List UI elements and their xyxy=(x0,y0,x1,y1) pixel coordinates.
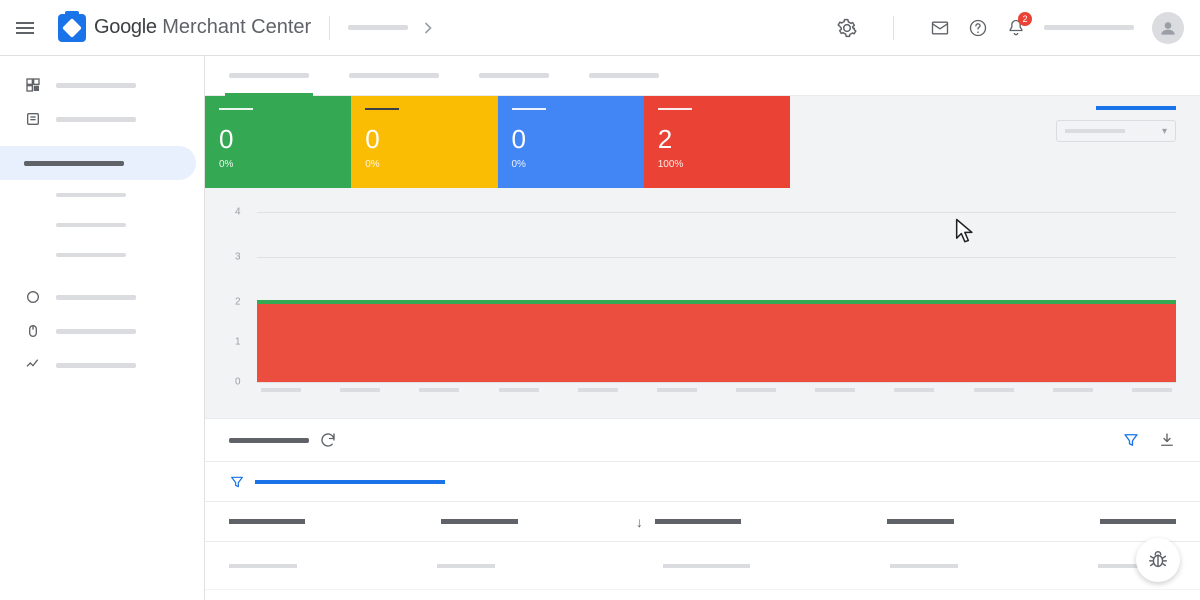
toolbar-title xyxy=(229,438,309,443)
metric-value: 2 xyxy=(658,124,776,155)
menu-icon[interactable] xyxy=(16,16,40,40)
y-tick: 2 xyxy=(235,297,241,308)
metric-card-disapproved[interactable]: 2 100% xyxy=(644,96,790,188)
metrics-bar: 0 0% 0 0% 0 0% 2 100% xyxy=(205,96,1200,418)
metric-card-active[interactable]: 0 0% xyxy=(205,96,351,188)
column-header-sorted[interactable] xyxy=(655,519,741,524)
status-chart: 4 3 2 1 0 xyxy=(205,188,1200,410)
account-selector[interactable] xyxy=(1044,25,1134,30)
avatar[interactable] xyxy=(1152,12,1184,44)
arrow-down-icon[interactable]: ↓ xyxy=(636,514,643,530)
circle-icon xyxy=(24,288,42,306)
dashboard-icon xyxy=(24,76,42,94)
nav-subitem[interactable] xyxy=(0,210,204,240)
tab-bar xyxy=(205,56,1200,96)
chevron-down-icon: ▾ xyxy=(1162,126,1167,137)
table-row[interactable] xyxy=(205,542,1200,590)
chart-area-disapproved xyxy=(257,302,1176,382)
issues-table-header: ↓ xyxy=(205,502,1200,542)
tab-account-issues[interactable] xyxy=(349,56,439,96)
tab-more[interactable] xyxy=(589,56,659,96)
person-icon xyxy=(1158,18,1178,38)
notification-badge: 2 xyxy=(1018,12,1032,26)
metric-value: 0 xyxy=(219,124,337,155)
column-header[interactable] xyxy=(441,519,517,524)
sidebar xyxy=(0,56,205,600)
filter-chip-row xyxy=(205,462,1200,502)
list-icon xyxy=(24,110,42,128)
chevron-right-icon xyxy=(418,18,438,38)
filter-icon[interactable] xyxy=(229,474,245,490)
nav-subitem[interactable] xyxy=(0,180,204,210)
tab-setup[interactable] xyxy=(479,56,549,96)
add-filter-button[interactable] xyxy=(255,480,445,484)
gear-icon[interactable] xyxy=(837,18,857,38)
bug-icon xyxy=(1147,549,1169,571)
metric-percent: 0% xyxy=(219,159,337,170)
y-tick: 3 xyxy=(235,252,241,263)
destination-dropdown[interactable]: ▾ xyxy=(1056,120,1176,142)
nav-item-diagnostics[interactable] xyxy=(0,146,196,180)
chart-link-area: ▾ xyxy=(1056,106,1176,142)
breadcrumb[interactable] xyxy=(348,18,438,38)
tab-item-issues[interactable] xyxy=(229,56,309,96)
mail-icon[interactable] xyxy=(930,18,950,38)
nav-item-products[interactable] xyxy=(0,102,204,136)
nav-item-overview[interactable] xyxy=(0,68,204,102)
notifications-button[interactable]: 2 xyxy=(1006,18,1026,38)
nav-item-growth[interactable] xyxy=(0,314,204,348)
y-tick: 1 xyxy=(235,337,241,348)
divider xyxy=(329,16,330,40)
filter-icon[interactable] xyxy=(1122,431,1140,449)
app-header: Google Merchant Center 2 xyxy=(0,0,1200,56)
debug-fab[interactable] xyxy=(1136,538,1180,582)
metric-card-pending[interactable]: 0 0% xyxy=(351,96,497,188)
breadcrumb-item[interactable] xyxy=(348,25,408,30)
mouse-icon xyxy=(24,322,42,340)
trend-icon xyxy=(24,356,42,374)
column-header[interactable] xyxy=(1100,519,1176,524)
nav-item-reports[interactable] xyxy=(0,348,204,382)
logo-text-google: Google xyxy=(94,16,157,38)
metric-value: 0 xyxy=(512,124,630,155)
y-tick: 4 xyxy=(235,207,241,218)
refresh-icon[interactable] xyxy=(319,431,337,449)
metric-percent: 0% xyxy=(512,159,630,170)
metric-card-expiring[interactable]: 0 0% xyxy=(498,96,644,188)
nav-item-performance[interactable] xyxy=(0,280,204,314)
help-icon[interactable] xyxy=(968,18,988,38)
metric-value: 0 xyxy=(365,124,483,155)
y-tick: 0 xyxy=(235,377,241,388)
view-link[interactable] xyxy=(1096,106,1176,110)
x-axis-labels xyxy=(257,388,1176,392)
header-actions: 2 xyxy=(837,12,1184,44)
chart-line-active xyxy=(257,300,1176,304)
issues-toolbar xyxy=(205,418,1200,462)
product-title: Google Merchant Center xyxy=(94,16,311,39)
main-content: 0 0% 0 0% 0 0% 2 100% xyxy=(205,56,1200,600)
download-icon[interactable] xyxy=(1158,431,1176,449)
column-header[interactable] xyxy=(229,519,305,524)
product-logo[interactable]: Google Merchant Center xyxy=(58,14,311,42)
divider xyxy=(893,16,894,40)
nav-subitem[interactable] xyxy=(0,240,204,270)
metric-percent: 100% xyxy=(658,159,776,170)
logo-text-merchant: Merchant Center xyxy=(157,16,312,38)
column-header[interactable] xyxy=(887,519,954,524)
merchant-badge-icon xyxy=(58,14,86,42)
metric-percent: 0% xyxy=(365,159,483,170)
